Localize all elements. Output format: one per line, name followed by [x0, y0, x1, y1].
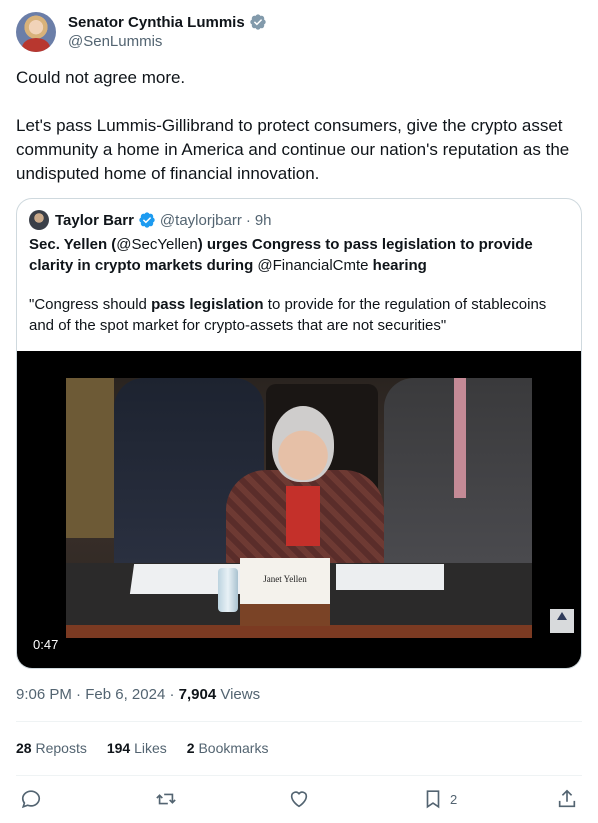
quote-header: Taylor Barr @taylorjbarr · 9h — [29, 210, 272, 230]
tweet-timestamp: 9:06 PM · Feb 6, 2024 · 7,904 Views — [16, 686, 260, 703]
divider-bottom — [16, 775, 582, 776]
action-bar: 2 — [20, 788, 580, 810]
quote-author-handle: @taylorjbarr — [159, 211, 242, 229]
quote-separator: · — [245, 211, 251, 229]
bookmark-icon — [426, 790, 440, 809]
author-handle[interactable]: @SenLummis — [68, 33, 162, 50]
quote-title-part3: hearing — [368, 257, 427, 274]
verified-blue-icon — [139, 212, 155, 228]
repost-button[interactable] — [155, 788, 177, 810]
quote-time: 9h — [254, 211, 272, 229]
views-label: Views — [220, 686, 261, 703]
share-icon — [558, 789, 576, 808]
timestamp-separator-1: · — [76, 686, 82, 703]
timestamp-separator-2: · — [169, 686, 175, 703]
logo-triangle-icon — [557, 612, 567, 620]
like-icon — [290, 791, 308, 808]
video-frame[interactable]: Janet Yellen — [66, 378, 532, 638]
tweet-text: Could not agree more. Let's pass Lummis-… — [16, 66, 576, 210]
video-nameplate-base — [240, 604, 330, 626]
reposts-label: Reposts — [35, 740, 87, 756]
tweet-paragraph-1: Could not agree more. — [16, 68, 186, 87]
tweet-date[interactable]: Feb 6, 2024 — [85, 686, 165, 703]
bookmarks-label: Bookmarks — [198, 740, 269, 756]
reply-icon — [21, 790, 41, 809]
reply-button[interactable] — [20, 788, 42, 810]
video-duration: 0:47 — [33, 637, 59, 652]
quote-mention-financialcmte[interactable]: @FinancialCmte — [257, 257, 368, 274]
video-papers-right — [336, 564, 444, 590]
quote-author-avatar[interactable] — [29, 210, 49, 230]
share-button[interactable] — [556, 788, 578, 810]
repost-icon — [156, 793, 176, 805]
video-water-bottle — [218, 568, 238, 612]
quoted-tweet[interactable]: Taylor Barr @taylorjbarr · 9h Sec. Yelle… — [16, 198, 582, 669]
video-person-left — [66, 378, 114, 538]
quote-body-part1: "Congress should — [29, 296, 152, 313]
video-tie — [454, 378, 466, 498]
like-button[interactable] — [288, 788, 310, 810]
quote-title: Sec. Yellen (@SecYellen) urges Congress … — [29, 234, 569, 276]
quote-body-bold: pass legislation — [151, 296, 264, 313]
video-nameplate: Janet Yellen — [240, 558, 330, 604]
author-name-row: Senator Cynthia Lummis — [68, 13, 267, 31]
bookmarks-count: 2 — [186, 740, 195, 756]
views-count: 7,904 — [178, 686, 217, 703]
bookmark-button[interactable]: 2 — [422, 788, 457, 810]
tweet-time[interactable]: 9:06 PM — [16, 686, 72, 703]
likes-count: 194 — [106, 740, 131, 756]
reposts-stat[interactable]: 28 Reposts — [16, 740, 87, 756]
bookmarks-stat[interactable]: 2 Bookmarks — [187, 740, 269, 756]
author-avatar[interactable] — [16, 12, 56, 52]
engagement-stats: 28 Reposts 194 Likes 2 Bookmarks — [16, 740, 268, 756]
quote-mention-secyellen[interactable]: @SecYellen — [116, 236, 197, 253]
author-name[interactable]: Senator Cynthia Lummis — [68, 14, 245, 31]
verified-gray-icon — [250, 14, 266, 30]
video-channel-logo — [550, 609, 574, 633]
bookmark-action-count: 2 — [450, 791, 458, 807]
quote-body: "Congress should pass legislation to pro… — [29, 294, 569, 336]
quote-title-part1: Sec. Yellen ( — [29, 236, 117, 253]
likes-label: Likes — [134, 740, 167, 756]
quote-author-name[interactable]: Taylor Barr — [55, 212, 134, 229]
video-speaker-head — [272, 406, 334, 482]
divider-top — [16, 721, 582, 722]
reposts-count: 28 — [16, 740, 32, 756]
video-speaker-top — [286, 486, 320, 546]
video-player[interactable]: Janet Yellen 0:47 — [17, 351, 581, 668]
tweet-paragraph-2: Let's pass Lummis-Gillibrand to protect … — [16, 116, 570, 183]
likes-stat[interactable]: 194 Likes — [107, 740, 167, 756]
